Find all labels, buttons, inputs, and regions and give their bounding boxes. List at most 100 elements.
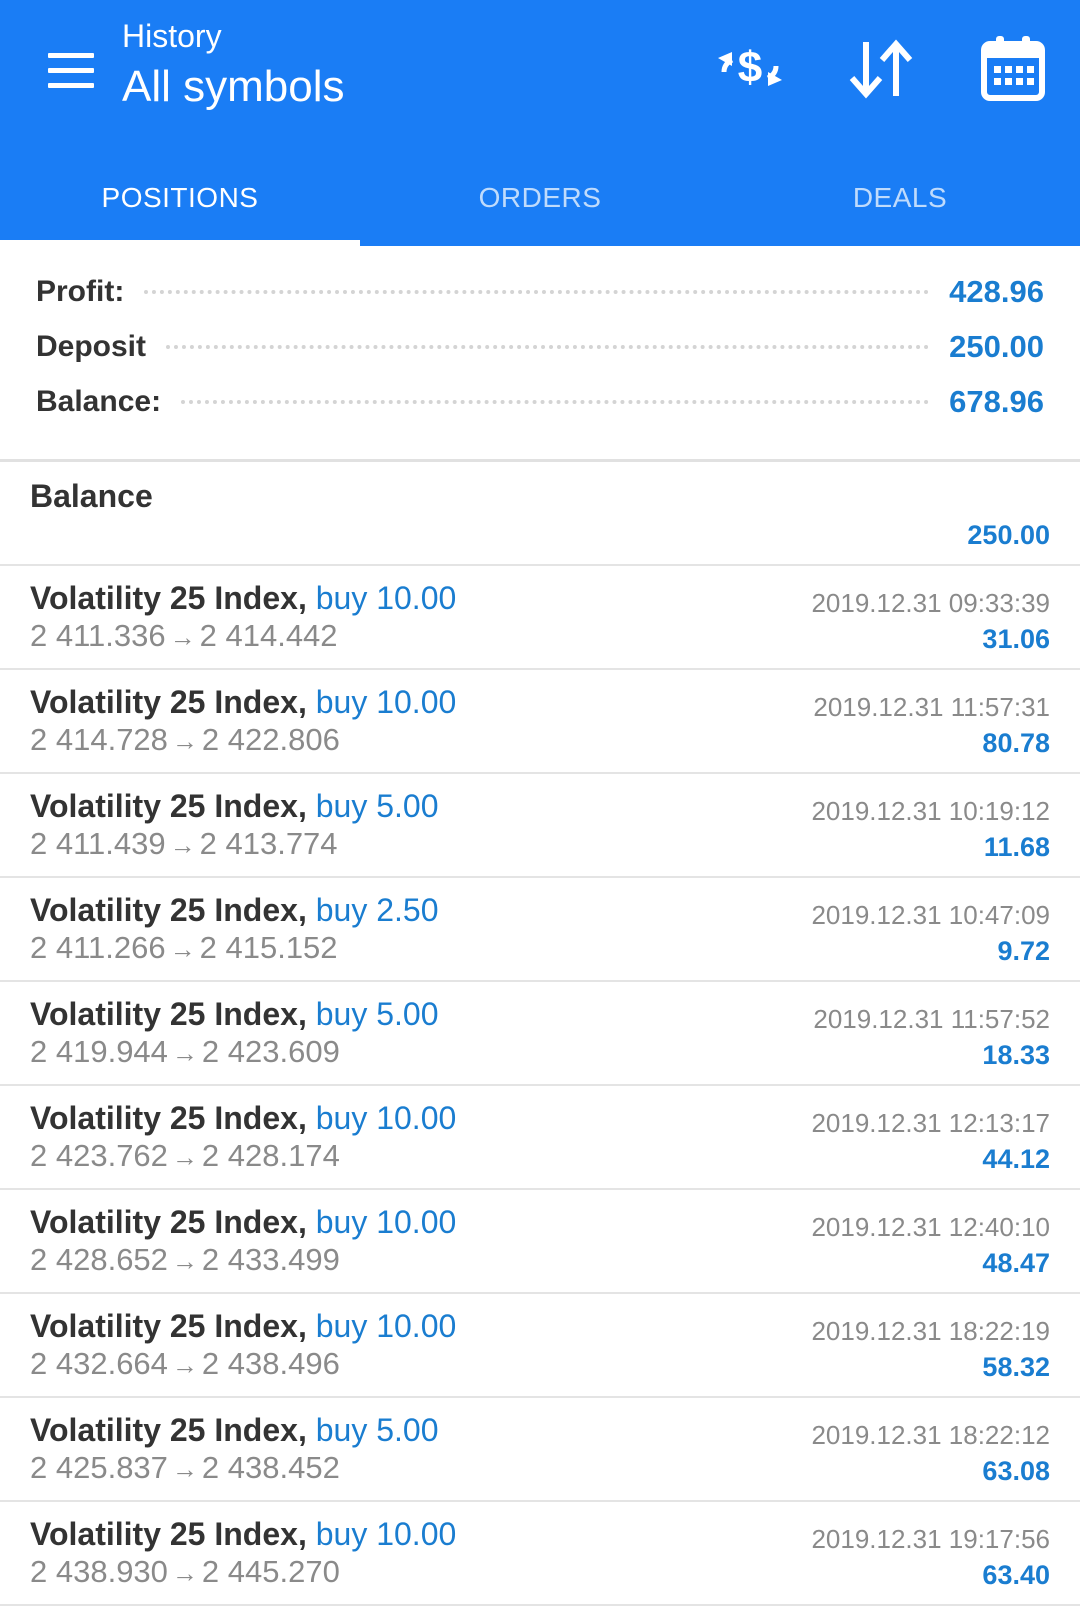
table-row[interactable]: Volatility 25 Index, buy 5.00 2 425.837 → 2… <box>0 1398 1080 1502</box>
deal-prices: 2 411.439 → 2 413.774 <box>30 826 338 862</box>
balance-label: Balance: <box>36 385 162 418</box>
deal-side-volume: buy 5.00 <box>315 788 439 824</box>
deal-profit: 9.72 <box>997 936 1050 966</box>
arrow-right-icon: → <box>169 934 196 964</box>
table-row[interactable]: Volatility 25 Index, buy 10.00 2 438.930 →… <box>0 1502 1080 1606</box>
deal-open-price: 2 428.652 <box>30 1242 168 1277</box>
deal-time: 2019.12.31 18:22:19 <box>811 1316 1050 1346</box>
deal-symbol-name: Volatility 25 Index, <box>30 1308 307 1344</box>
history-list[interactable]: Balance 250.00 Volatility 25 Index, buy … <box>0 462 1080 1606</box>
arrow-right-icon: → <box>171 726 198 756</box>
deal-time: 2019.12.31 11:57:52 <box>813 1004 1050 1034</box>
arrow-right-icon: → <box>171 1558 198 1588</box>
deal-time: 2019.12.31 10:19:12 <box>811 796 1050 826</box>
deal-profit: 58.32 <box>982 1352 1050 1382</box>
deal-symbol: Volatility 25 Index, buy 2.50 <box>30 892 438 929</box>
deal-symbol-name: Volatility 25 Index, <box>30 684 307 720</box>
deal-close-price: 2 413.774 <box>199 826 338 861</box>
deal-open-price: 2 432.664 <box>30 1346 168 1381</box>
deal-profit: 18.33 <box>982 1040 1050 1070</box>
balance-entry-label: Balance <box>30 478 153 514</box>
deal-open-price: 2 411.336 <box>30 618 166 653</box>
arrow-right-icon: → <box>169 830 196 860</box>
deal-symbol-name: Volatility 25 Index, <box>30 1412 307 1448</box>
currency-exchange-icon[interactable]: $ <box>710 32 790 106</box>
deal-prices: 2 438.930 → 2 445.270 <box>30 1554 340 1590</box>
table-row[interactable]: Volatility 25 Index, buy 5.00 2 419.944 → 2… <box>0 982 1080 1086</box>
deal-profit: 48.47 <box>982 1248 1050 1278</box>
deal-open-price: 2 419.944 <box>30 1034 168 1069</box>
profit-row: Profit: 428.96 <box>36 264 1044 320</box>
deal-profit: 63.08 <box>982 1456 1050 1486</box>
table-row[interactable]: Volatility 25 Index, buy 10.00 2 428.652 →… <box>0 1190 1080 1294</box>
table-row[interactable]: Volatility 25 Index, buy 10.00 2 411.336 →… <box>0 566 1080 670</box>
profit-label: Profit: <box>36 275 125 308</box>
deal-profit: 11.68 <box>983 832 1050 862</box>
deal-open-price: 2 411.439 <box>30 826 166 861</box>
deal-prices: 2 432.664 → 2 438.496 <box>30 1346 340 1382</box>
deal-time: 2019.12.31 19:17:56 <box>811 1524 1050 1554</box>
arrow-right-icon: → <box>171 1246 198 1276</box>
deal-close-price: 2 422.806 <box>201 722 340 757</box>
deal-symbol: Volatility 25 Index, buy 5.00 <box>30 996 438 1033</box>
balance-entry[interactable]: Balance 250.00 <box>0 462 1080 566</box>
balance-entry-amount: 250.00 <box>967 520 1050 550</box>
tab-orders[interactable]: ORDERS <box>360 150 720 246</box>
deal-profit: 80.78 <box>982 728 1050 758</box>
header-title[interactable]: All symbols <box>122 62 345 112</box>
deal-prices: 2 428.652 → 2 433.499 <box>30 1242 340 1278</box>
deal-symbol-name: Volatility 25 Index, <box>30 580 307 616</box>
deal-close-price: 2 428.174 <box>201 1138 340 1173</box>
profit-value: 428.96 <box>949 274 1044 309</box>
dotted-leader <box>181 400 930 404</box>
deposit-value: 250.00 <box>949 329 1044 364</box>
deal-symbol: Volatility 25 Index, buy 5.00 <box>30 1412 438 1449</box>
deal-side-volume: buy 10.00 <box>315 580 457 616</box>
menu-icon[interactable] <box>38 40 106 102</box>
arrow-right-icon: → <box>171 1038 198 1068</box>
dotted-leader <box>166 345 930 349</box>
balance-value: 678.96 <box>949 384 1044 419</box>
deal-symbol: Volatility 25 Index, buy 10.00 <box>30 1308 456 1345</box>
svg-text:$: $ <box>738 43 762 92</box>
table-row[interactable]: Volatility 25 Index, buy 10.00 2 423.762 →… <box>0 1086 1080 1190</box>
deal-prices: 2 423.762 → 2 428.174 <box>30 1138 340 1174</box>
deal-close-price: 2 438.496 <box>201 1346 340 1381</box>
deal-side-volume: buy 5.00 <box>315 1412 439 1448</box>
deal-side-volume: buy 10.00 <box>315 1516 457 1552</box>
calendar-icon[interactable] <box>974 32 1054 106</box>
deal-side-volume: buy 10.00 <box>315 1204 457 1240</box>
deal-prices: 2 425.837 → 2 438.452 <box>30 1450 340 1486</box>
header-subtitle: History <box>122 18 222 54</box>
deal-side-volume: buy 2.50 <box>315 892 439 928</box>
deal-open-price: 2 411.266 <box>30 930 166 965</box>
deal-side-volume: buy 10.00 <box>315 1100 457 1136</box>
deal-time: 2019.12.31 10:47:09 <box>811 900 1050 930</box>
deal-symbol-name: Volatility 25 Index, <box>30 788 307 824</box>
deal-close-price: 2 438.452 <box>201 1450 340 1485</box>
dotted-leader <box>144 290 930 294</box>
deal-side-volume: buy 10.00 <box>315 1308 457 1344</box>
table-row[interactable]: Volatility 25 Index, buy 10.00 2 414.728 →… <box>0 670 1080 774</box>
deal-symbol-name: Volatility 25 Index, <box>30 1516 307 1552</box>
deal-close-price: 2 415.152 <box>199 930 338 965</box>
deal-symbol: Volatility 25 Index, buy 10.00 <box>30 1516 456 1553</box>
sort-icon[interactable] <box>842 32 922 106</box>
deal-close-price: 2 433.499 <box>201 1242 340 1277</box>
deal-time: 2019.12.31 18:22:12 <box>811 1420 1050 1450</box>
deal-close-price: 2 423.609 <box>201 1034 340 1069</box>
tab-deals[interactable]: DEALS <box>720 150 1080 246</box>
table-row[interactable]: Volatility 25 Index, buy 2.50 2 411.266 → 2… <box>0 878 1080 982</box>
tab-positions[interactable]: POSITIONS <box>0 150 360 246</box>
deal-symbol: Volatility 25 Index, buy 5.00 <box>30 788 438 825</box>
deal-open-price: 2 414.728 <box>30 722 168 757</box>
deal-side-volume: buy 10.00 <box>315 684 457 720</box>
table-row[interactable]: Volatility 25 Index, buy 5.00 2 411.439 → 2… <box>0 774 1080 878</box>
deal-symbol: Volatility 25 Index, buy 10.00 <box>30 684 456 721</box>
deal-open-price: 2 423.762 <box>30 1138 168 1173</box>
deal-symbol: Volatility 25 Index, buy 10.00 <box>30 580 456 617</box>
deal-profit: 63.40 <box>982 1560 1050 1590</box>
deal-profit: 31.06 <box>982 624 1050 654</box>
arrow-right-icon: → <box>171 1350 198 1380</box>
table-row[interactable]: Volatility 25 Index, buy 10.00 2 432.664 →… <box>0 1294 1080 1398</box>
